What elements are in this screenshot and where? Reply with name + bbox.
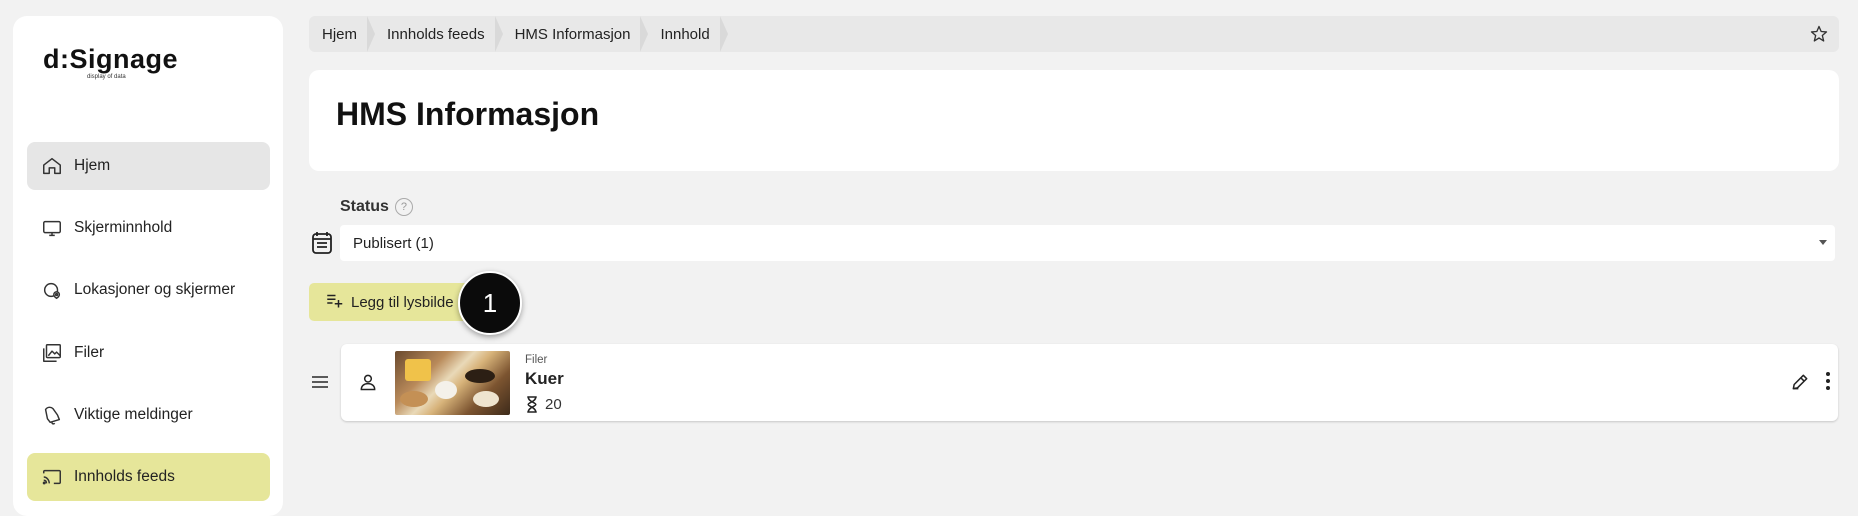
step-badge: 1	[458, 271, 522, 335]
favorite-star-icon[interactable]	[1809, 24, 1829, 49]
monitor-icon	[41, 217, 63, 239]
status-label-text: Status	[340, 198, 389, 215]
sidebar-item-innholds-feeds[interactable]: Innholds feeds	[27, 453, 270, 501]
content-name: Kuer	[525, 369, 564, 388]
sidebar-item-hjem[interactable]: Hjem	[27, 142, 270, 190]
breadcrumb-item-innhold[interactable]: Innhold	[647, 16, 728, 52]
status-select[interactable]: Publisert (1)	[340, 225, 1835, 261]
status-label: Status ?	[340, 198, 413, 216]
logo-text: d:Signage	[43, 44, 179, 74]
breadcrumb-item-hjem[interactable]: Hjem	[309, 16, 376, 52]
logo-tagline: display of data	[87, 74, 126, 80]
sidebar-item-label: Filer	[74, 344, 105, 361]
status-select-value: Publisert (1)	[353, 234, 434, 252]
hourglass-icon	[527, 396, 537, 413]
add-slide-button[interactable]: Legg til lysbilde	[309, 283, 469, 321]
sidebar-item-lokasjoner[interactable]: Lokasjoner og skjermer	[27, 266, 270, 314]
calendar-icon[interactable]	[310, 230, 334, 261]
breadcrumb-item-hms-informasjon[interactable]: HMS Informasjon	[502, 16, 649, 52]
bell-icon	[41, 404, 63, 426]
sidebar-item-label: Skjerminnhold	[74, 219, 173, 236]
content-type: Filer	[525, 354, 548, 366]
sidebar-item-label: Innholds feeds	[74, 468, 175, 485]
chevron-down-icon	[1819, 240, 1827, 245]
cast-icon	[41, 466, 63, 488]
user-icon	[358, 372, 378, 397]
content-list-item[interactable]: Filer Kuer 20	[341, 344, 1838, 421]
page-title: HMS Informasjon	[336, 96, 600, 132]
playlist-add-icon	[325, 291, 343, 313]
app-logo[interactable]: d:Signage display of data	[43, 44, 179, 80]
help-icon[interactable]: ?	[394, 198, 413, 216]
home-icon	[41, 155, 63, 177]
sidebar-item-label: Lokasjoner og skjermer	[74, 281, 236, 298]
add-slide-label: Legg til lysbilde	[351, 293, 454, 311]
images-icon	[41, 342, 63, 364]
sidebar-item-viktige-meldinger[interactable]: Viktige meldinger	[27, 391, 270, 439]
content-duration: 20	[525, 396, 562, 413]
content-thumbnail	[395, 351, 510, 415]
edit-pencil-icon[interactable]	[1790, 372, 1810, 397]
location-icon	[41, 279, 63, 301]
sidebar-item-label: Hjem	[74, 157, 111, 174]
page-header-card: HMS Informasjon	[309, 70, 1839, 171]
breadcrumb: Hjem Innholds feeds HMS Informasjon Innh…	[309, 16, 1839, 52]
sidebar-item-skjerminnhold[interactable]: Skjerminnhold	[27, 204, 270, 252]
content-duration-value: 20	[545, 396, 562, 413]
sidebar-item-label: Viktige meldinger	[74, 406, 193, 423]
sidebar: d:Signage display of data Hjem Skjerminn…	[13, 16, 283, 516]
sidebar-item-filer[interactable]: Filer	[27, 329, 270, 377]
more-vertical-icon[interactable]	[1824, 370, 1832, 397]
drag-handle-icon[interactable]	[310, 373, 330, 396]
breadcrumb-item-innholds-feeds[interactable]: Innholds feeds	[374, 16, 503, 52]
